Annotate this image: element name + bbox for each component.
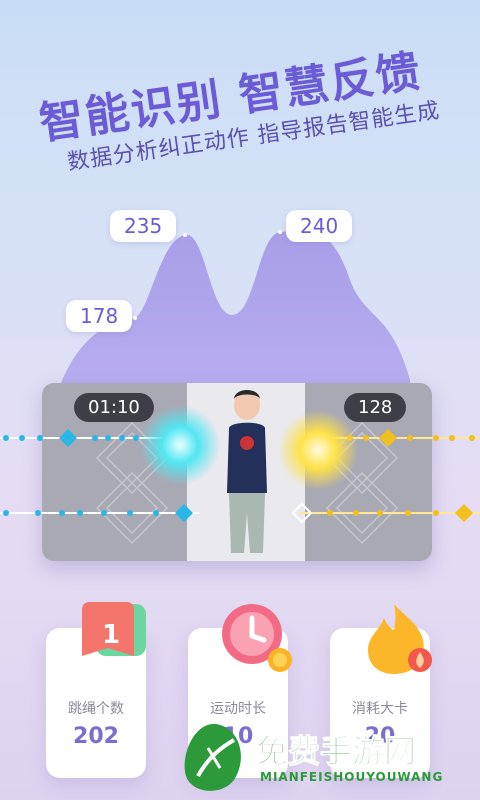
chart-label-178: 178 — [66, 300, 133, 332]
video-panel[interactable]: 01:10 128 — [42, 383, 432, 561]
stat-label: 运动时长 — [210, 701, 266, 717]
beat-track-bottom — [0, 503, 480, 523]
leaf-logo-icon — [184, 723, 241, 791]
glow-blue — [140, 405, 220, 485]
watermark-subtitle: MIANFEISHOUYOUWANG — [260, 770, 444, 784]
flame-icon — [368, 604, 432, 674]
calendar-number: 1 — [102, 620, 121, 650]
beat-track-top — [0, 429, 480, 447]
stat-label: 跳绳个数 — [68, 701, 124, 717]
headline: 智能识别 智慧反馈 数据分析纠正动作 指导报告智能生成 — [20, 0, 475, 179]
wave-chart — [55, 230, 410, 400]
watermark-title: 免费手游网 — [255, 732, 417, 771]
glow-yellow — [278, 410, 358, 490]
clock-icon — [222, 604, 292, 672]
stat-label: 消耗大卡 — [352, 701, 408, 717]
stat-value: 202 — [73, 724, 119, 749]
chart-label-240: 240 — [286, 210, 353, 242]
child-figure — [227, 390, 267, 553]
chart-label-235: 235 — [110, 210, 177, 242]
site-watermark: 免费手游网 MIANFEISHOUYOUWANG — [178, 718, 478, 798]
